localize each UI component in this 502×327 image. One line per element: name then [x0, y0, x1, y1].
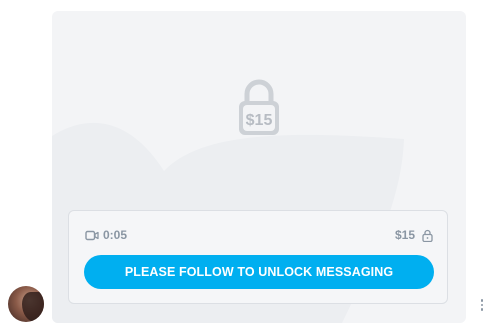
duration-text: 0:05 — [103, 228, 128, 242]
locked-media-card[interactable]: $15 0:05 $15 PLEASE FOLLOW TO UNLOCK MES… — [52, 11, 466, 323]
more-options-button[interactable] — [476, 295, 488, 315]
follow-to-unlock-button[interactable]: PLEASE FOLLOW TO UNLOCK MESSAGING — [84, 255, 434, 289]
avatar-image — [22, 292, 44, 322]
price-text: $15 — [394, 228, 415, 242]
lock-icon: $15 — [239, 79, 279, 135]
message-view: $15 0:05 $15 PLEASE FOLLOW TO UNLOCK MES… — [0, 0, 502, 327]
media-duration: 0:05 — [85, 228, 127, 242]
lock-price-label: $15 — [246, 112, 273, 129]
media-meta-row: 0:05 $15 — [85, 227, 433, 243]
more-vertical-icon — [480, 299, 484, 302]
lock-icon — [422, 229, 433, 242]
media-info-panel: 0:05 $15 PLEASE FOLLOW TO UNLOCK MESSAGI… — [68, 210, 448, 304]
media-price: $15 — [395, 228, 433, 242]
avatar[interactable] — [8, 286, 44, 322]
video-icon — [85, 230, 99, 240]
